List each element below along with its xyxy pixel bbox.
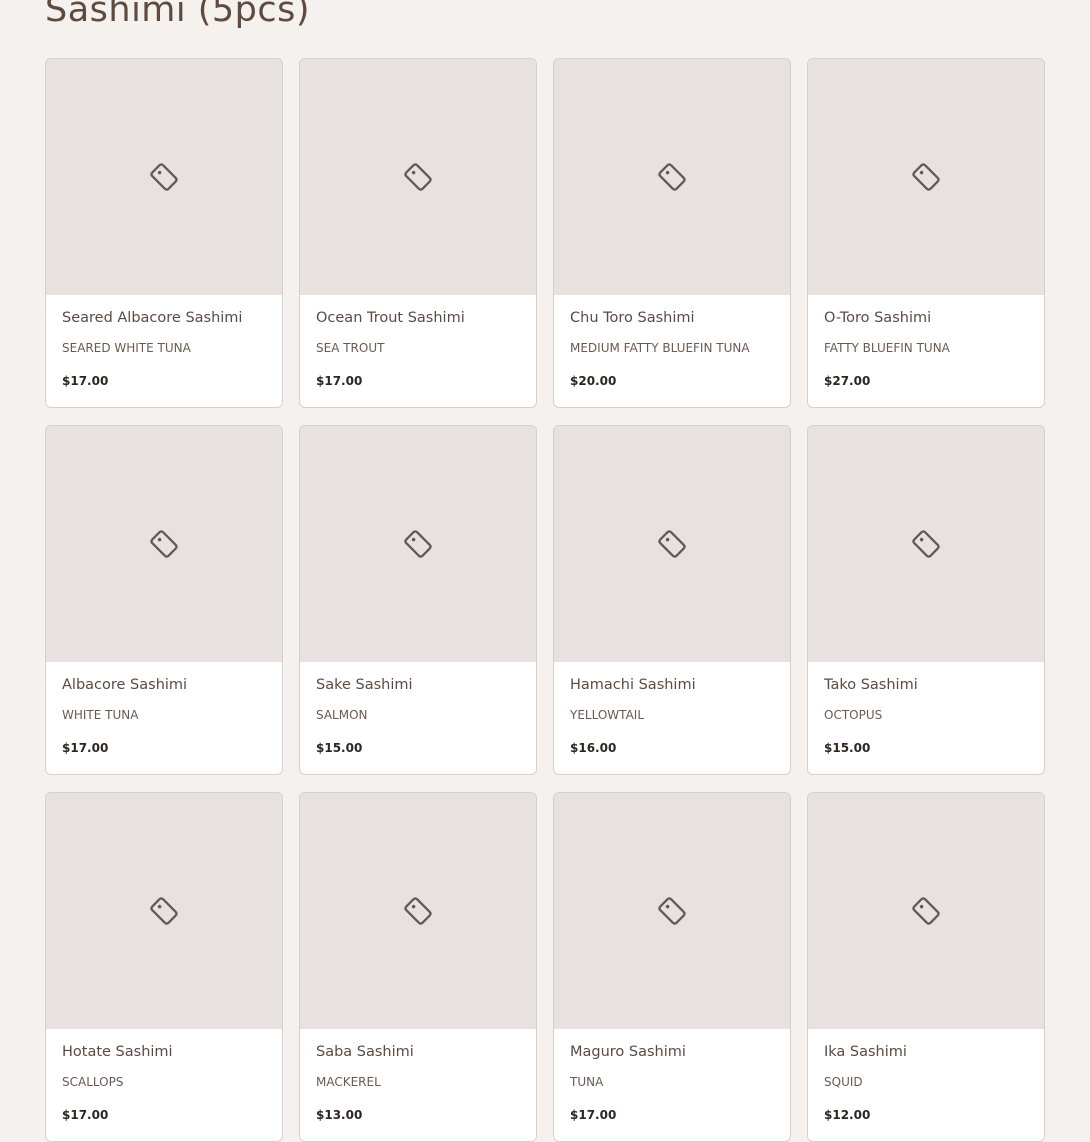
item-price: $27.00 xyxy=(824,374,871,388)
item-image-placeholder xyxy=(46,793,282,1029)
item-price: $13.00 xyxy=(316,1108,363,1122)
item-image-placeholder xyxy=(808,59,1044,295)
tag-icon xyxy=(150,163,178,191)
item-name: Hotate Sashimi xyxy=(62,1044,173,1060)
item-name: Ika Sashimi xyxy=(824,1044,907,1060)
item-name: Sake Sashimi xyxy=(316,677,413,693)
item-price: $15.00 xyxy=(316,741,363,755)
item-image-placeholder xyxy=(554,59,790,295)
item-name: Maguro Sashimi xyxy=(570,1044,686,1060)
item-name: Chu Toro Sashimi xyxy=(570,310,695,326)
item-price: $20.00 xyxy=(570,374,617,388)
tag-icon xyxy=(150,530,178,558)
item-description: OCTOPUS xyxy=(824,708,883,722)
item-image-placeholder xyxy=(300,793,536,1029)
tag-icon xyxy=(912,530,940,558)
menu-item-card[interactable]: Maguro Sashimi TUNA $17.00 xyxy=(553,792,791,1142)
item-image-placeholder xyxy=(46,59,282,295)
item-description: MEDIUM FATTY BLUEFIN TUNA xyxy=(570,341,750,355)
item-description: TUNA xyxy=(570,1075,604,1089)
tag-icon xyxy=(912,897,940,925)
menu-items-grid: Seared Albacore Sashimi SEARED WHITE TUN… xyxy=(45,58,1045,1142)
item-price: $17.00 xyxy=(62,741,109,755)
item-image-placeholder xyxy=(300,59,536,295)
item-price: $16.00 xyxy=(570,741,617,755)
item-description: SCALLOPS xyxy=(62,1075,124,1089)
item-price: $17.00 xyxy=(62,1108,109,1122)
item-image-placeholder xyxy=(808,793,1044,1029)
section-title: Sashimi (5pcs) xyxy=(45,0,311,30)
item-name: Albacore Sashimi xyxy=(62,677,188,693)
item-name: Ocean Trout Sashimi xyxy=(316,310,465,326)
item-price: $17.00 xyxy=(62,374,109,388)
item-description: SALMON xyxy=(316,708,368,722)
menu-item-card[interactable]: Ika Sashimi SQUID $12.00 xyxy=(807,792,1045,1142)
item-image-placeholder xyxy=(554,426,790,662)
item-price: $17.00 xyxy=(316,374,363,388)
tag-icon xyxy=(150,897,178,925)
menu-item-card[interactable]: Hotate Sashimi SCALLOPS $17.00 xyxy=(45,792,283,1142)
tag-icon xyxy=(404,530,432,558)
menu-item-card[interactable]: Hamachi Sashimi YELLOWTAIL $16.00 xyxy=(553,425,791,775)
menu-item-card[interactable]: Ocean Trout Sashimi SEA TROUT $17.00 xyxy=(299,58,537,408)
menu-item-card[interactable]: Tako Sashimi OCTOPUS $15.00 xyxy=(807,425,1045,775)
item-description: SEARED WHITE TUNA xyxy=(62,341,191,355)
tag-icon xyxy=(404,163,432,191)
item-description: SEA TROUT xyxy=(316,341,385,355)
tag-icon xyxy=(404,897,432,925)
item-description: WHITE TUNA xyxy=(62,708,139,722)
tag-icon xyxy=(658,530,686,558)
item-name: Seared Albacore Sashimi xyxy=(62,310,243,326)
item-name: Tako Sashimi xyxy=(824,677,918,693)
item-price: $15.00 xyxy=(824,741,871,755)
item-image-placeholder xyxy=(300,426,536,662)
item-image-placeholder xyxy=(554,793,790,1029)
tag-icon xyxy=(912,163,940,191)
menu-item-card[interactable]: Saba Sashimi MACKEREL $13.00 xyxy=(299,792,537,1142)
menu-item-card[interactable]: Seared Albacore Sashimi SEARED WHITE TUN… xyxy=(45,58,283,408)
tag-icon xyxy=(658,163,686,191)
item-price: $12.00 xyxy=(824,1108,871,1122)
menu-item-card[interactable]: Albacore Sashimi WHITE TUNA $17.00 xyxy=(45,425,283,775)
item-description: YELLOWTAIL xyxy=(570,708,644,722)
item-name: Saba Sashimi xyxy=(316,1044,414,1060)
item-name: O-Toro Sashimi xyxy=(824,310,932,326)
item-description: MACKEREL xyxy=(316,1075,381,1089)
item-image-placeholder xyxy=(808,426,1044,662)
item-description: SQUID xyxy=(824,1075,863,1089)
item-image-placeholder xyxy=(46,426,282,662)
item-name: Hamachi Sashimi xyxy=(570,677,696,693)
item-description: FATTY BLUEFIN TUNA xyxy=(824,341,950,355)
tag-icon xyxy=(658,897,686,925)
menu-item-card[interactable]: O-Toro Sashimi FATTY BLUEFIN TUNA $27.00 xyxy=(807,58,1045,408)
menu-item-card[interactable]: Chu Toro Sashimi MEDIUM FATTY BLUEFIN TU… xyxy=(553,58,791,408)
item-price: $17.00 xyxy=(570,1108,617,1122)
menu-item-card[interactable]: Sake Sashimi SALMON $15.00 xyxy=(299,425,537,775)
